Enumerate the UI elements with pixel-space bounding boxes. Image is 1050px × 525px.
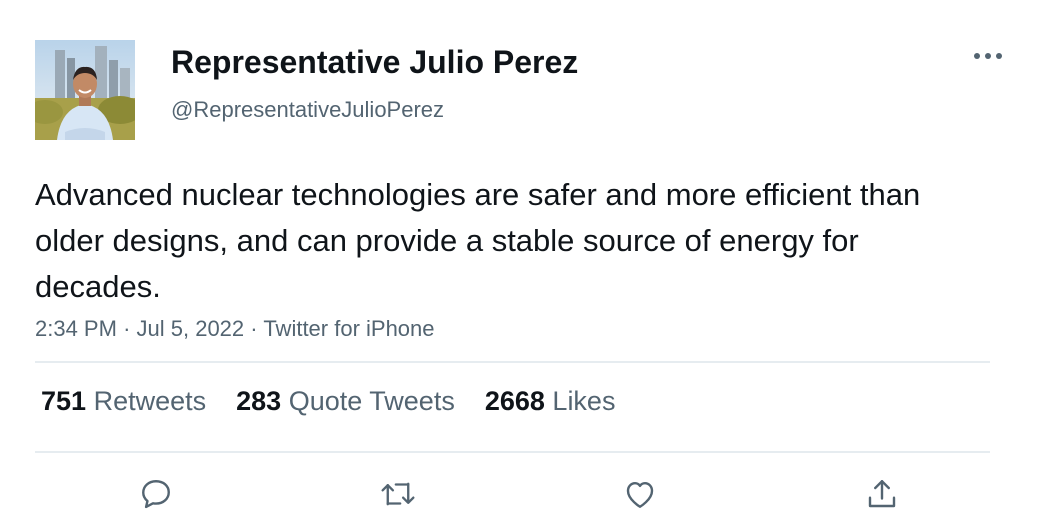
likes-count: 2668 <box>484 386 545 416</box>
display-name[interactable]: Representative Julio Perez <box>171 44 578 81</box>
share-icon <box>868 480 896 508</box>
user-handle[interactable]: @RepresentativeJulioPerez <box>171 97 444 123</box>
more-options-button[interactable] <box>970 42 1006 70</box>
divider <box>35 451 990 453</box>
reply-button[interactable] <box>136 474 176 514</box>
reply-icon <box>142 480 170 509</box>
tweet-time[interactable]: 2:34 PM <box>35 316 117 341</box>
profile-photo <box>35 40 135 140</box>
meta-separator: · <box>250 316 258 341</box>
avatar[interactable] <box>35 40 135 140</box>
likes-stat[interactable]: 2668 Likes <box>485 386 616 417</box>
meta-separator: · <box>123 316 131 341</box>
more-icon <box>974 53 1002 59</box>
retweets-stat[interactable]: 751 Retweets <box>41 386 206 417</box>
divider <box>35 361 990 363</box>
retweets-label: Retweets <box>93 386 207 416</box>
like-button[interactable] <box>620 474 660 514</box>
tweet-metadata: 2:34 PM · Jul 5, 2022 · Twitter for iPho… <box>35 316 435 342</box>
retweet-button[interactable] <box>378 474 418 514</box>
quote-tweets-stat[interactable]: 283 Quote Tweets <box>236 386 455 417</box>
tweet-stats: 751 Retweets 283 Quote Tweets 2668 Likes <box>41 386 615 417</box>
like-icon <box>626 482 654 508</box>
quote-tweets-count: 283 <box>236 386 282 416</box>
tweet-text: Advanced nuclear technologies are safer … <box>35 177 921 304</box>
retweet-icon <box>381 482 415 506</box>
quote-tweets-label: Quote Tweets <box>288 386 455 416</box>
share-button[interactable] <box>862 474 902 514</box>
tweet-source[interactable]: Twitter for iPhone <box>263 316 434 341</box>
tweet-date[interactable]: Jul 5, 2022 <box>137 316 245 341</box>
likes-label: Likes <box>552 386 616 416</box>
retweets-count: 751 <box>41 386 87 416</box>
